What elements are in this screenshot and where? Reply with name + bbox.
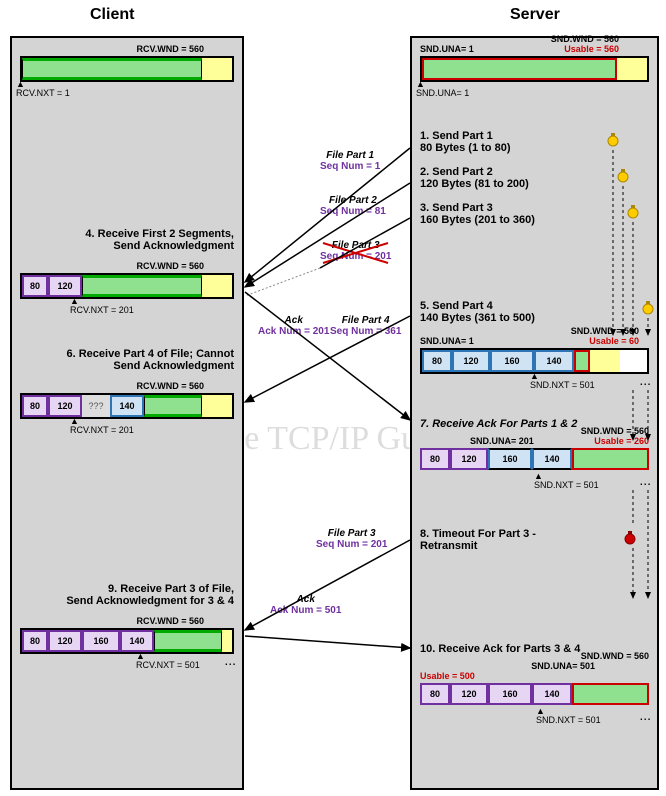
snd-una-label: SND.UNA= 501 bbox=[531, 661, 595, 671]
msg-filepart3r: File Part 3Seq Num = 201 bbox=[316, 528, 387, 550]
client-title: Client bbox=[90, 6, 134, 24]
snd-una-ptr: SND.UNA= 1 bbox=[416, 80, 469, 98]
client-window-3: RCV.WND = 560 80 120 ??? 140 RCV.NXT = 2… bbox=[20, 393, 234, 419]
snd-nxt-ptr: SND.NXT = 501 bbox=[536, 707, 601, 725]
step-3: 3. Send Part 3 160 Bytes (201 to 360) bbox=[420, 202, 649, 226]
segment-140: 140 bbox=[532, 683, 572, 705]
timer-icon bbox=[615, 168, 631, 184]
rcv-nxt-ptr: RCV.NXT = 201 bbox=[70, 297, 134, 315]
segment-120: 120 bbox=[48, 630, 82, 652]
segment-120: 120 bbox=[450, 448, 488, 470]
client-window-4: RCV.WND = 560 80 120 160 140 ... RCV.NXT… bbox=[20, 628, 234, 654]
segment-160: 160 bbox=[82, 630, 120, 652]
server-title: Server bbox=[510, 6, 560, 24]
segment-120: 120 bbox=[452, 350, 490, 372]
segment-140: 140 bbox=[120, 630, 154, 652]
step-8: 8. Timeout For Part 3 - Retransmit bbox=[420, 528, 649, 552]
segment-80: 80 bbox=[422, 350, 452, 372]
rcv-wnd-label: RCV.WND = 560 bbox=[137, 44, 204, 54]
step-5: 5. Send Part 4 140 Bytes (361 to 500) bbox=[420, 300, 649, 324]
segment-80: 80 bbox=[22, 630, 48, 652]
step-9: 9. Receive Part 3 of File, Send Acknowle… bbox=[20, 583, 234, 607]
segment-160: 160 bbox=[488, 683, 532, 705]
server-window-4: SND.UNA= 501 SND.WND = 560 Usable = 500 … bbox=[420, 683, 649, 705]
rcv-wnd-label: RCV.WND = 560 bbox=[137, 616, 204, 626]
timer-icon bbox=[605, 132, 621, 148]
snd-nxt-ptr: SND.NXT = 501 bbox=[530, 372, 595, 390]
segment-80: 80 bbox=[420, 683, 450, 705]
timer-icon bbox=[640, 300, 656, 316]
segment-120: 120 bbox=[450, 683, 488, 705]
step-6: 6. Receive Part 4 of File; Cannot Send A… bbox=[20, 348, 234, 372]
usable-label: Usable = 500 bbox=[420, 671, 475, 681]
client-window-2: RCV.WND = 560 80 120 RCV.NXT = 201 bbox=[20, 273, 234, 299]
segment-140: 140 bbox=[110, 395, 144, 417]
ellipsis-icon: ... bbox=[639, 372, 651, 388]
msg-filepart1: File Part 1Seq Num = 1 bbox=[320, 150, 380, 172]
snd-wnd-label: SND.WND = 560 bbox=[581, 651, 649, 661]
msg-filepart4: File Part 4Seq Num = 361 bbox=[330, 315, 401, 337]
timer-icon bbox=[625, 204, 641, 220]
server-window-1: SND.UNA= 1 SND.WND = 560 Usable = 560 SN… bbox=[420, 56, 649, 82]
segment-gap: ??? bbox=[82, 395, 110, 417]
snd-una-label: SND.UNA= 1 bbox=[420, 336, 474, 346]
segment-160: 160 bbox=[490, 350, 534, 372]
msg-ack1: AckAck Num = 201 bbox=[258, 315, 329, 337]
rcv-nxt-ptr: RCV.NXT = 1 bbox=[16, 80, 70, 98]
segment-80: 80 bbox=[22, 275, 48, 297]
ellipsis-icon: ... bbox=[639, 472, 651, 488]
timer-icon-expired bbox=[622, 530, 638, 546]
msg-filepart2: File Part 2Seq Num = 81 bbox=[320, 195, 386, 217]
client-window-1: RCV.WND = 560 RCV.NXT = 1 bbox=[20, 56, 234, 82]
segment-140: 140 bbox=[534, 350, 574, 372]
rcv-nxt-ptr: RCV.NXT = 501 bbox=[136, 652, 200, 670]
segment-120: 120 bbox=[48, 275, 82, 297]
rcv-nxt-ptr: RCV.NXT = 201 bbox=[70, 417, 134, 435]
server-window-3: SND.UNA= 201 SND.WND = 560 Usable = 260 … bbox=[420, 448, 649, 470]
snd-wnd-label: SND.WND = 560 bbox=[551, 34, 619, 44]
snd-wnd-label: SND.WND = 560 bbox=[581, 426, 649, 436]
rcv-wnd-label: RCV.WND = 560 bbox=[137, 261, 204, 271]
cross-icon bbox=[318, 238, 398, 268]
segment-140: 140 bbox=[532, 448, 572, 470]
ellipsis-icon: ... bbox=[224, 652, 236, 668]
client-column: RCV.WND = 560 RCV.NXT = 1 4. Receive Fir… bbox=[10, 36, 244, 790]
usable-label: Usable = 560 bbox=[564, 44, 619, 54]
segment-120: 120 bbox=[48, 395, 82, 417]
snd-una-label: SND.UNA= 201 bbox=[470, 436, 534, 446]
usable-label: Usable = 260 bbox=[594, 436, 649, 446]
server-column: SND.UNA= 1 SND.WND = 560 Usable = 560 SN… bbox=[410, 36, 659, 790]
step-4: 4. Receive First 2 Segments, Send Acknow… bbox=[20, 228, 234, 252]
msg-ack2: AckAck Num = 501 bbox=[270, 594, 341, 616]
usable-label: Usable = 60 bbox=[589, 336, 639, 346]
snd-wnd-label: SND.WND = 560 bbox=[571, 326, 639, 336]
server-window-2: SND.UNA= 1 SND.WND = 560 Usable = 60 80 … bbox=[420, 348, 649, 374]
snd-nxt-ptr: SND.NXT = 501 bbox=[534, 472, 599, 490]
segment-160: 160 bbox=[488, 448, 532, 470]
rcv-wnd-label: RCV.WND = 560 bbox=[137, 381, 204, 391]
segment-80: 80 bbox=[22, 395, 48, 417]
snd-una-label: SND.UNA= 1 bbox=[420, 44, 474, 54]
ellipsis-icon: ... bbox=[639, 707, 651, 723]
segment-80: 80 bbox=[420, 448, 450, 470]
